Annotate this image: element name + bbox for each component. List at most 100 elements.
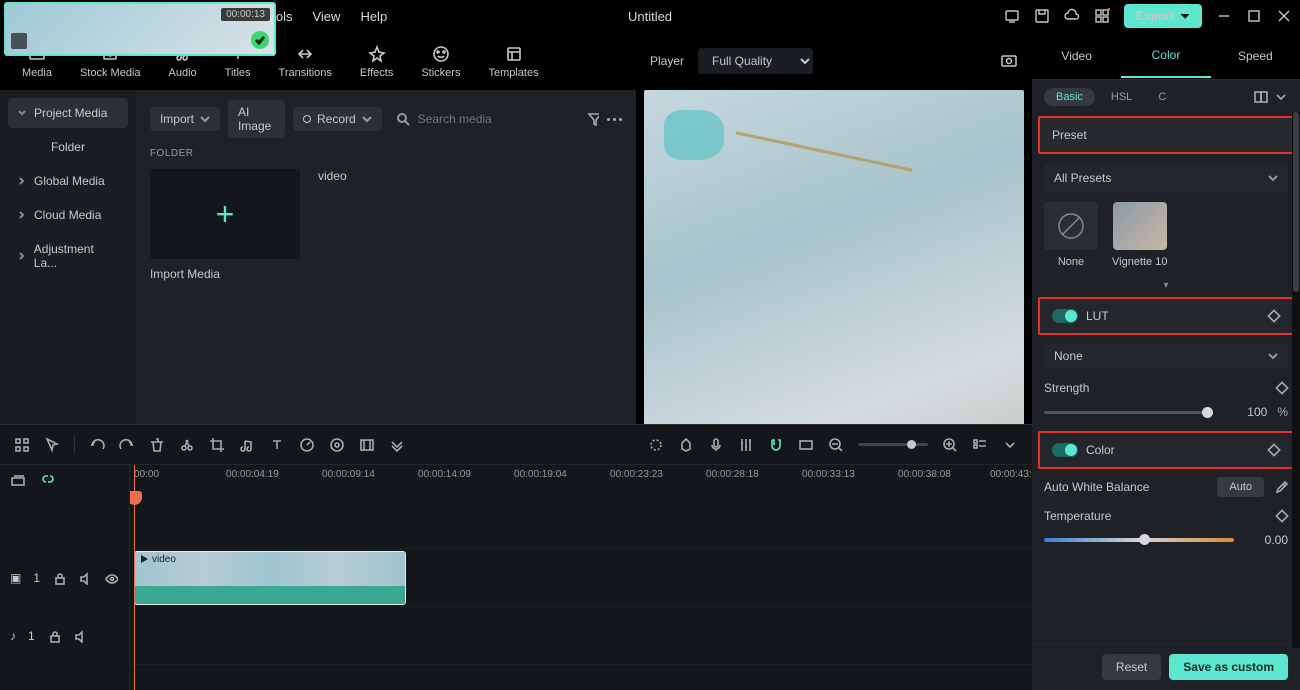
- tab-speed[interactable]: Speed: [1211, 35, 1300, 77]
- scrollbar[interactable]: [1292, 112, 1300, 648]
- cloud-icon[interactable]: [1064, 8, 1080, 24]
- subtab-hsl[interactable]: HSL: [1101, 88, 1142, 106]
- link-icon[interactable]: [40, 472, 56, 488]
- color-toggle[interactable]: [1052, 443, 1078, 457]
- color-icon[interactable]: [329, 437, 345, 453]
- inspector-scroll[interactable]: Preset All Presets None Vignette 10 ▾ LU…: [1032, 114, 1300, 643]
- snapshot-icon[interactable]: [1000, 52, 1018, 70]
- playhead[interactable]: [134, 465, 135, 690]
- more-icon[interactable]: [607, 118, 622, 121]
- sidebar-project-media[interactable]: Project Media: [8, 98, 128, 128]
- tab-color[interactable]: Color: [1121, 34, 1210, 78]
- close-icon[interactable]: [1276, 8, 1292, 24]
- eyedropper-icon[interactable]: [1274, 480, 1288, 494]
- sidebar-folder[interactable]: Folder: [8, 132, 128, 162]
- zoom-out-icon[interactable]: [828, 437, 844, 453]
- crop-icon[interactable]: [209, 437, 225, 453]
- marker-icon[interactable]: [678, 437, 694, 453]
- frame-icon[interactable]: [359, 437, 375, 453]
- tab-effects[interactable]: Effects: [348, 40, 405, 83]
- compare-icon[interactable]: [1254, 90, 1268, 104]
- undo-icon[interactable]: [89, 437, 105, 453]
- delete-icon[interactable]: [149, 437, 165, 453]
- preset-vignette-10[interactable]: Vignette 10: [1112, 202, 1167, 268]
- keyframe-icon[interactable]: [1274, 380, 1291, 397]
- cursor-icon[interactable]: [44, 437, 60, 453]
- text-icon[interactable]: [269, 437, 285, 453]
- preset-dropdown[interactable]: All Presets: [1044, 164, 1288, 192]
- timeline-tracks[interactable]: 00:00 00:00:04:19 00:00:09:14 00:00:14:0…: [130, 465, 1032, 690]
- search-field[interactable]: [390, 112, 579, 126]
- apps-icon[interactable]: [1094, 8, 1110, 24]
- zoom-in-icon[interactable]: [942, 437, 958, 453]
- reset-button[interactable]: Reset: [1102, 654, 1161, 680]
- maximize-icon[interactable]: [1246, 8, 1262, 24]
- timeline-body: ▣1 ♪1 00:00 00:00:04:19 00:00:09:14 00:0…: [0, 465, 1032, 690]
- import-media-tile[interactable]: + Import Media: [150, 169, 300, 281]
- menu-view[interactable]: View: [312, 9, 340, 24]
- video-track[interactable]: video: [130, 549, 1032, 607]
- tab-templates[interactable]: Templates: [476, 40, 550, 83]
- audio-track-header[interactable]: ♪1: [0, 607, 129, 665]
- record-button[interactable]: Record: [293, 107, 382, 131]
- tab-transitions[interactable]: Transitions: [267, 40, 344, 83]
- video-track-header[interactable]: ▣1: [0, 549, 129, 607]
- save-icon[interactable]: [1034, 8, 1050, 24]
- chevron-down-icon[interactable]: [1274, 90, 1288, 104]
- track-opts-icon[interactable]: [972, 437, 988, 453]
- grid-icon[interactable]: [14, 437, 30, 453]
- auto-button[interactable]: Auto: [1217, 477, 1264, 497]
- strength-value[interactable]: 100: [1223, 405, 1267, 419]
- redo-icon[interactable]: [119, 437, 135, 453]
- marker-dash-icon[interactable]: [648, 437, 664, 453]
- temperature-value[interactable]: 0.00: [1244, 533, 1288, 547]
- keyframe-icon[interactable]: [1266, 308, 1283, 325]
- sidebar-global-media[interactable]: Global Media: [8, 166, 128, 196]
- zoom-slider[interactable]: [858, 443, 928, 446]
- lut-toggle[interactable]: [1052, 309, 1078, 323]
- sidebar-cloud-media[interactable]: Cloud Media: [8, 200, 128, 230]
- split-icon[interactable]: [179, 437, 195, 453]
- ai-image-button[interactable]: AI Image: [228, 100, 285, 138]
- device-icon[interactable]: [1004, 8, 1020, 24]
- music-icon[interactable]: [239, 437, 255, 453]
- menu-help[interactable]: Help: [360, 9, 387, 24]
- timeline-clip[interactable]: video: [134, 551, 406, 605]
- ratio-icon[interactable]: [798, 437, 814, 453]
- speed-icon[interactable]: [299, 437, 315, 453]
- tab-stickers[interactable]: Stickers: [409, 40, 472, 83]
- eye-icon[interactable]: [104, 571, 118, 585]
- section-preset[interactable]: Preset: [1040, 118, 1292, 152]
- lock-icon[interactable]: [47, 629, 61, 643]
- chevron-down-icon[interactable]: [1002, 437, 1018, 453]
- subtab-basic[interactable]: Basic: [1044, 88, 1095, 106]
- sidebar-adjustment-layer[interactable]: Adjustment La...: [8, 234, 128, 278]
- audio-track[interactable]: [130, 607, 1032, 665]
- temperature-slider[interactable]: [1044, 538, 1234, 542]
- keyframe-icon[interactable]: [1266, 442, 1283, 459]
- mic-icon[interactable]: [708, 437, 724, 453]
- filter-icon[interactable]: [587, 111, 599, 127]
- media-clip[interactable]: 00:00:13 video: [318, 169, 468, 281]
- magnet-icon[interactable]: [768, 437, 784, 453]
- more-icon[interactable]: [389, 437, 405, 453]
- minimize-icon[interactable]: [1216, 8, 1232, 24]
- preset-none[interactable]: None: [1044, 202, 1098, 268]
- keyframe-icon[interactable]: [1274, 508, 1291, 525]
- mute-icon[interactable]: [78, 571, 92, 585]
- strength-slider[interactable]: [1044, 411, 1213, 414]
- subtab-curves[interactable]: C: [1148, 88, 1176, 106]
- expand-presets[interactable]: ▾: [1032, 276, 1300, 295]
- tab-video[interactable]: Video: [1032, 35, 1121, 77]
- search-input[interactable]: [418, 112, 573, 126]
- layers-icon[interactable]: [10, 472, 26, 488]
- mute-icon[interactable]: [73, 629, 87, 643]
- save-custom-button[interactable]: Save as custom: [1169, 654, 1288, 680]
- export-button[interactable]: Export: [1124, 4, 1202, 28]
- lut-select[interactable]: None: [1044, 343, 1288, 369]
- quality-select[interactable]: Full Quality: [698, 48, 813, 74]
- time-ruler[interactable]: 00:00 00:00:04:19 00:00:09:14 00:00:14:0…: [130, 465, 1032, 495]
- lock-icon[interactable]: [52, 571, 66, 585]
- import-button[interactable]: Import: [150, 107, 220, 131]
- mixer-icon[interactable]: [738, 437, 754, 453]
